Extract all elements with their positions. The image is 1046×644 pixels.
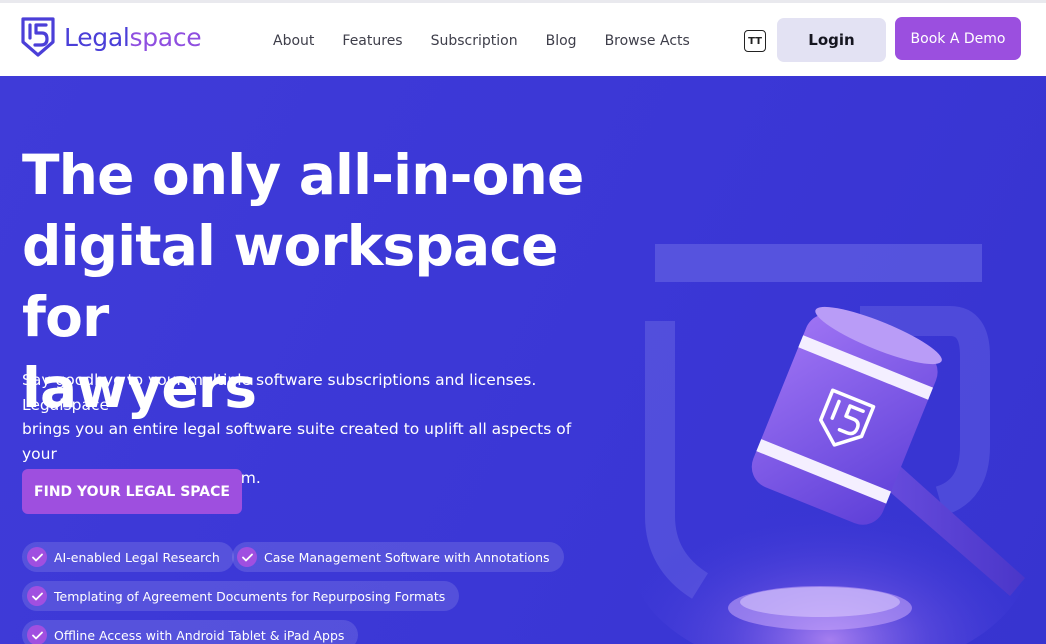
nav-link-about[interactable]: About — [273, 33, 314, 49]
description-line-1: Say goodbye to your multiple software su… — [22, 371, 537, 414]
feature-label: Case Management Software with Annotation… — [264, 549, 550, 565]
feature-label: Templating of Agreement Documents for Re… — [54, 588, 446, 604]
check-icon — [27, 586, 47, 606]
feature-label: Offline Access with Android Tablet & iPa… — [54, 627, 345, 643]
description-line-2: brings you an entire legal software suit… — [22, 420, 572, 463]
headline-line-2: digital workspace for — [22, 214, 558, 349]
feature-pill: Case Management Software with Annotation… — [232, 542, 564, 572]
feature-pill: AI-enabled Legal Research — [22, 542, 234, 572]
headline-line-1: The only all-in-one — [22, 143, 584, 207]
nav-link-blog[interactable]: Blog — [546, 33, 577, 49]
nav-link-subscription[interactable]: Subscription — [431, 33, 518, 49]
brand-name: Legalspace — [64, 22, 202, 52]
login-button[interactable]: Login — [777, 18, 886, 62]
feature-label: AI-enabled Legal Research — [54, 549, 220, 565]
nav-link-features[interactable]: Features — [342, 33, 402, 49]
check-icon — [237, 547, 257, 567]
brand-logo[interactable]: Legalspace — [20, 16, 202, 58]
main-nav: About Features Subscription Blog Browse … — [273, 33, 718, 49]
navbar: Legalspace About Features Subscription B… — [0, 3, 1046, 76]
book-demo-button[interactable]: Book A Demo — [895, 17, 1021, 60]
nav-link-browse-acts[interactable]: Browse Acts — [605, 33, 690, 49]
check-icon — [27, 625, 47, 644]
gavel-with-logo-icon — [630, 244, 1030, 644]
legalspace-shield-icon — [21, 17, 55, 57]
text-size-icon[interactable]: TT — [744, 30, 766, 52]
find-legal-space-button[interactable]: FIND YOUR LEGAL SPACE — [22, 469, 242, 514]
feature-pill: Offline Access with Android Tablet & iPa… — [22, 620, 359, 644]
hero-section: The only all-in-one digital workspace fo… — [0, 76, 1046, 644]
feature-pill: Templating of Agreement Documents for Re… — [22, 581, 460, 611]
check-icon — [27, 547, 47, 567]
